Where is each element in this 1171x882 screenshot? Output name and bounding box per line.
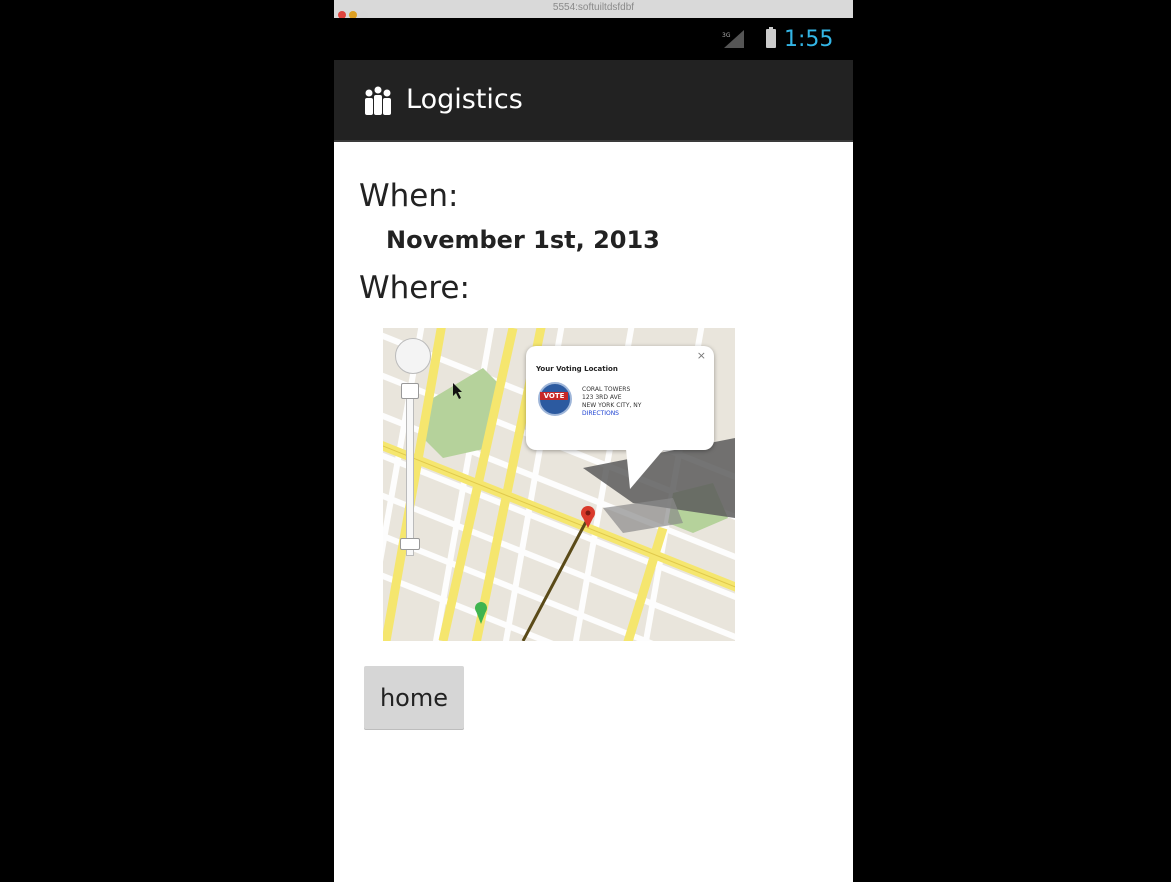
action-bar: Logistics (334, 60, 853, 142)
info-window-tail (626, 449, 664, 489)
event-date: November 1st, 2013 (386, 226, 660, 254)
emulator-title: 5554:softuiltdsfdbf (552, 2, 635, 13)
zoom-slider-knob[interactable] (400, 538, 420, 550)
directions-link[interactable]: DIRECTIONS (582, 410, 619, 417)
home-button[interactable]: home (364, 666, 464, 730)
where-label: Where: (359, 270, 470, 306)
zoom-slider-track[interactable] (406, 384, 414, 556)
location-address: 123 3RD AVE (582, 394, 622, 401)
close-icon[interactable]: × (697, 349, 706, 362)
emulator-titlebar: 5554:softuiltdsfdbf (334, 0, 853, 19)
pan-control[interactable] (395, 338, 431, 374)
when-label: When: (359, 178, 459, 214)
info-window-title: Your Voting Location (536, 365, 618, 373)
svg-text:3G: 3G (722, 32, 731, 39)
location-map[interactable]: × Your Voting Location VOTE CORAL TOWERS… (383, 328, 735, 641)
battery-icon (766, 27, 776, 48)
signal-icon: 3G (722, 30, 744, 48)
app-logo-icon[interactable] (360, 85, 396, 117)
info-window: × Your Voting Location VOTE CORAL TOWERS… (526, 346, 714, 489)
status-bar: 3G 1:55 (334, 18, 853, 60)
location-name: CORAL TOWERS (582, 386, 631, 393)
vote-logo-text: VOTE (540, 392, 568, 400)
zoom-in-button[interactable] (401, 383, 419, 399)
phone-screen: 5554:softuiltdsfdbf 3G 1:55 Logistics Wh… (334, 0, 853, 882)
action-bar-title: Logistics (406, 84, 523, 115)
status-time: 1:55 (784, 27, 834, 52)
location-city: NEW YORK CITY, NY (582, 402, 642, 409)
